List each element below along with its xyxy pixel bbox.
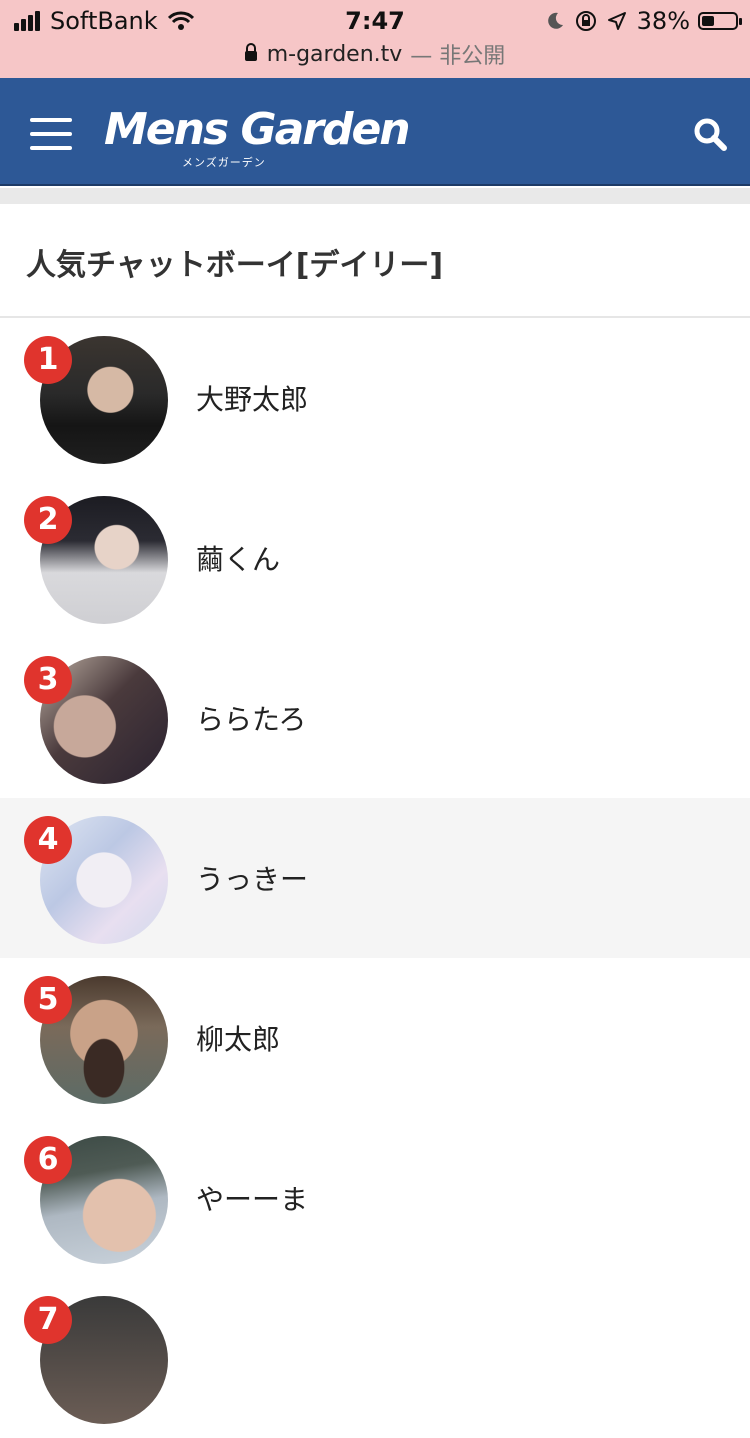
rank-badge: 2: [24, 496, 72, 544]
list-item[interactable]: 1 大野太郎: [0, 318, 750, 478]
ranking-list: 1 大野太郎 2 繭くん 3 ららたろ 4 うっきー 5 柳太郎 6 やーーま …: [0, 318, 750, 1438]
user-name: ららたろ: [196, 703, 307, 736]
site-header: Mens Garden メンズガーデン: [0, 78, 750, 186]
battery-icon: [698, 12, 742, 30]
list-item[interactable]: 7: [0, 1278, 750, 1438]
separator-band: [0, 188, 750, 204]
rank-badge: 1: [24, 336, 72, 384]
list-item[interactable]: 6 やーーま: [0, 1118, 750, 1278]
battery-level: [702, 16, 714, 26]
status-right: 38%: [535, 6, 742, 36]
rank-badge: 4: [24, 816, 72, 864]
section-title: 人気チャットボーイ[デイリー]: [26, 248, 444, 283]
user-name: やーーま: [196, 1183, 309, 1216]
list-item[interactable]: 5 柳太郎: [0, 958, 750, 1118]
moon-icon: [547, 12, 563, 29]
battery-percent: 38%: [636, 7, 690, 35]
user-name: 柳太郎: [196, 1023, 281, 1056]
menu-icon[interactable]: [30, 118, 72, 152]
url-bar[interactable]: m-garden.tv — 非公開: [0, 38, 750, 70]
rank-badge: 3: [24, 656, 72, 704]
user-name: うっきー: [196, 863, 309, 896]
lock-icon: [244, 43, 257, 61]
url-note: — 非公開: [410, 44, 506, 69]
list-item[interactable]: 4 うっきー: [0, 798, 750, 958]
list-item[interactable]: 3 ららたろ: [0, 638, 750, 798]
site-logo[interactable]: Mens Garden: [104, 104, 411, 156]
search-icon[interactable]: [692, 116, 728, 152]
user-name: 繭くん: [196, 543, 281, 576]
location-icon: [607, 12, 626, 30]
logo-subtitle: メンズガーデン: [182, 156, 266, 169]
rank-badge: 5: [24, 976, 72, 1024]
orientation-lock-icon: [575, 11, 596, 31]
rank-badge: 7: [24, 1296, 72, 1344]
rank-badge: 6: [24, 1136, 72, 1184]
url-domain: m-garden.tv: [266, 41, 403, 67]
user-name: 大野太郎: [196, 383, 309, 416]
status-bar: SoftBank 7:47 38% m-garden.tv — 非公開: [0, 0, 750, 78]
list-item[interactable]: 2 繭くん: [0, 478, 750, 638]
